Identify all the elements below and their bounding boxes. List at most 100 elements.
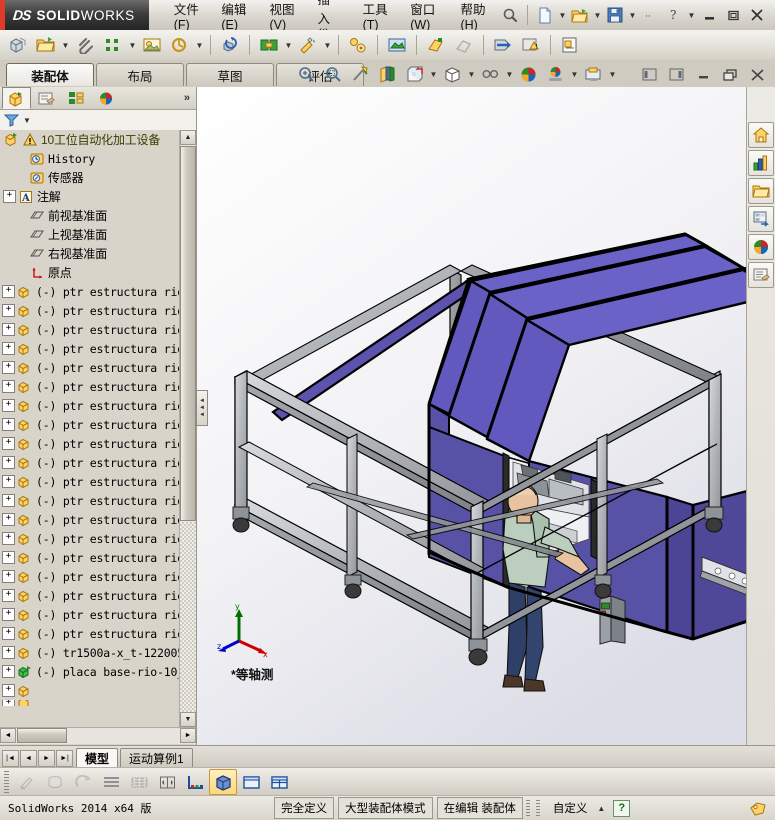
display-style-wireframe-icon[interactable] <box>125 769 153 795</box>
tree-row-component[interactable]: + (-) ptr estructura rio_ <box>0 548 180 567</box>
previous-tab-icon[interactable]: ◄ <box>20 750 37 767</box>
tree-row-component[interactable]: + (-) tr1500a-x_t-122005_ <box>0 643 180 662</box>
expand-toggle[interactable]: + <box>2 532 15 545</box>
status-help-button[interactable]: ? <box>613 799 631 817</box>
mate-icon[interactable] <box>255 31 283 59</box>
scroll-down-icon[interactable]: ▼ <box>180 712 196 727</box>
feature-tree-tab[interactable] <box>2 87 31 109</box>
chevron-down-icon[interactable]: ▼ <box>194 34 205 56</box>
tree-row-component-tr1500a[interactable]: + (-) placa base-rio-10_i <box>0 662 180 681</box>
tree-root-assembly[interactable]: 10工位自动化加工设备 <box>0 130 180 149</box>
property-manager-tab[interactable] <box>32 87 61 109</box>
minimize-button[interactable] <box>697 4 721 26</box>
tree-row-component[interactable]: + (-) ptr estructura rio_ <box>0 586 180 605</box>
tree-item-sensors[interactable]: 传感器 <box>0 168 180 187</box>
tab-assembly[interactable]: 装配体 <box>6 63 94 86</box>
expand-toggle[interactable]: + <box>2 589 15 602</box>
chevron-down-icon[interactable]: ▼ <box>592 4 603 26</box>
view-orientation-icon[interactable] <box>153 769 181 795</box>
check-icon[interactable]: ! <box>517 31 545 59</box>
restore-doc-icon[interactable] <box>717 61 744 88</box>
close-button[interactable] <box>745 4 769 26</box>
help-icon[interactable]: ? <box>662 3 686 27</box>
drawing-icon[interactable] <box>556 31 584 59</box>
feature-tree-filter-bar[interactable]: ▼ <box>0 110 196 131</box>
chevron-down-icon[interactable]: ▼ <box>686 4 697 26</box>
tree-item-history[interactable]: History <box>0 149 180 168</box>
edit-appearance-icon[interactable] <box>13 769 41 795</box>
new-document-icon[interactable] <box>533 3 557 27</box>
chevron-down-icon[interactable]: ▼ <box>504 64 515 86</box>
open-folder-icon[interactable] <box>568 3 592 27</box>
toolbar-grip[interactable] <box>4 771 9 793</box>
scroll-left-icon[interactable]: ◄ <box>0 728 16 743</box>
expand-toggle[interactable]: + <box>2 513 15 526</box>
tile-left-icon[interactable] <box>636 61 663 88</box>
chevron-down-icon[interactable]: ▼ <box>23 116 31 125</box>
expand-toggle[interactable]: + <box>2 437 15 450</box>
tree-row-component-placa-base[interactable]: + <box>0 681 180 700</box>
tab-sketch[interactable]: 草图 <box>186 63 274 86</box>
task-pane-home[interactable] <box>748 122 774 148</box>
task-pane-design-library[interactable] <box>748 150 774 176</box>
chevron-down-icon[interactable]: ▼ <box>557 4 568 26</box>
section-view-icon[interactable] <box>69 769 97 795</box>
tree-row-component[interactable]: + (-) ptr estructura rio_ <box>0 624 180 643</box>
tree-row-component[interactable]: + (-) ptr estructura rio_ <box>0 396 180 415</box>
tag-icon[interactable] <box>749 800 767 816</box>
task-pane-file-explorer[interactable] <box>748 178 774 204</box>
save-icon[interactable] <box>603 3 627 27</box>
assembly-3d-model[interactable] <box>197 87 775 745</box>
chevron-down-icon[interactable]: ▼ <box>466 64 477 86</box>
expand-toggle[interactable]: + <box>2 551 15 564</box>
expand-toggle[interactable]: + <box>2 418 15 431</box>
feature-tree[interactable]: 10工位自动化加工设备 History 传感器 + A 注解 前视基准面 上视基… <box>0 130 180 727</box>
tree-row-component[interactable]: + (-) ptr estructura rio_ <box>0 491 180 510</box>
tree-item-right-plane[interactable]: 右视基准面 <box>0 244 180 263</box>
print-icon[interactable]: ·· <box>638 3 662 27</box>
tile-right-icon[interactable] <box>663 61 690 88</box>
expand-toggle[interactable]: + <box>3 190 16 203</box>
panel-splitter-handle[interactable]: ◄ ◄ ◄ <box>196 390 208 426</box>
measure-icon[interactable] <box>450 31 478 59</box>
expand-toggle[interactable]: + <box>2 646 15 659</box>
close-doc-icon[interactable] <box>744 61 771 88</box>
feature-manager-more-button[interactable]: » <box>184 92 196 104</box>
paperclip-icon[interactable] <box>71 31 99 59</box>
tree-item-front-plane[interactable]: 前视基准面 <box>0 206 180 225</box>
expand-toggle[interactable]: + <box>2 494 15 507</box>
hide-show-icon[interactable] <box>477 61 504 88</box>
tree-row-component[interactable]: + (-) ptr estructura rio_ <box>0 605 180 624</box>
tree-row-component[interactable]: + (-) ptr estructura rio_ <box>0 472 180 491</box>
expand-toggle[interactable]: + <box>2 304 15 317</box>
tree-row-component[interactable]: + (-) ptr estructura rio_ <box>0 415 180 434</box>
graphics-viewport[interactable]: y x z *等轴测 <box>197 87 775 745</box>
task-pane-appearances[interactable] <box>748 234 774 260</box>
open-icon[interactable] <box>32 31 60 59</box>
expand-toggle[interactable]: + <box>2 361 15 374</box>
chevron-down-icon[interactable]: ▼ <box>428 64 439 86</box>
multi-view-icon[interactable] <box>265 769 293 795</box>
last-tab-icon[interactable]: ►| <box>56 750 73 767</box>
graph-icon[interactable] <box>181 769 209 795</box>
snapshot-icon[interactable] <box>166 31 194 59</box>
feature-tree-vertical-scrollbar[interactable]: ▲ ▼ <box>179 130 196 727</box>
view-orientation-icon[interactable] <box>401 61 428 88</box>
expand-toggle[interactable]: + <box>2 285 15 298</box>
status-custom-label[interactable]: 自定义 <box>543 798 598 818</box>
tree-row-component[interactable]: + (-) ptr estructura rio_ <box>0 320 180 339</box>
scrollbar-thumb[interactable] <box>180 146 196 521</box>
expand-toggle[interactable]: + <box>2 380 15 393</box>
chevron-down-icon[interactable]: ▼ <box>627 4 638 26</box>
next-tab-icon[interactable]: ► <box>38 750 55 767</box>
display-style-icon[interactable] <box>439 61 466 88</box>
single-view-icon[interactable] <box>237 769 265 795</box>
expand-toggle[interactable]: + <box>2 323 15 336</box>
scroll-up-icon[interactable]: ▲ <box>180 130 196 145</box>
expand-toggle[interactable]: + <box>2 570 15 583</box>
interference-icon[interactable] <box>383 31 411 59</box>
exploded-view-icon[interactable] <box>344 31 372 59</box>
task-pane-custom-properties[interactable] <box>748 262 774 288</box>
expand-toggle[interactable]: + <box>2 684 15 697</box>
tab-model[interactable]: 模型 <box>76 748 119 768</box>
